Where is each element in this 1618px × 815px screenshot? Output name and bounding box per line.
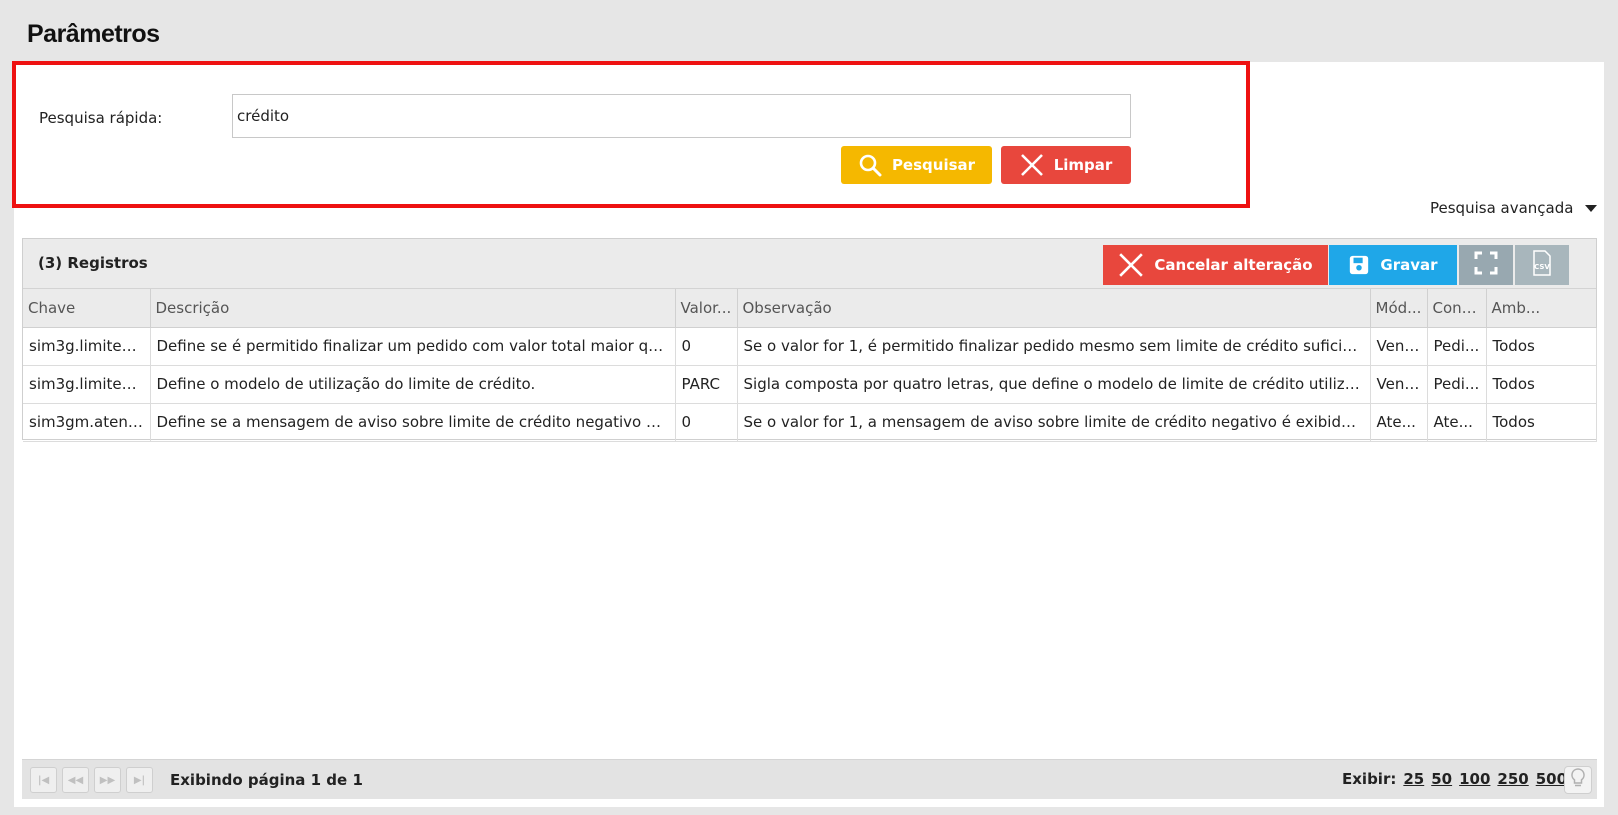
search-button-label: Pesquisar xyxy=(891,156,976,174)
table-row[interactable]: sim3g.limitecr... Define o modelo de uti… xyxy=(23,365,1597,404)
lightbulb-icon xyxy=(1570,768,1586,792)
cell-chave[interactable]: sim3g.limitecr... xyxy=(23,365,151,404)
search-icon xyxy=(858,153,882,177)
page-size-option-250[interactable]: 250 xyxy=(1497,770,1528,788)
cancel-changes-label: Cancelar alteração xyxy=(1154,256,1313,274)
clear-button[interactable]: Limpar xyxy=(1001,146,1131,184)
page-size-option-100[interactable]: 100 xyxy=(1459,770,1490,788)
first-page-button[interactable]: |◀ xyxy=(30,767,57,793)
quick-search-label: Pesquisa rápida: xyxy=(39,109,163,127)
quick-search-input[interactable] xyxy=(232,94,1131,138)
cell-valor[interactable]: 0 xyxy=(675,403,738,442)
page-size-label: Exibir: xyxy=(1342,770,1397,788)
column-header-modulo[interactable]: Mód... xyxy=(1370,289,1428,328)
page-title: Parâmetros xyxy=(27,20,160,48)
column-header-ambiente[interactable]: Amb... xyxy=(1486,289,1597,328)
cell-observacao[interactable]: Se o valor for 1, é permitido finalizar … xyxy=(737,327,1371,366)
cell-modulo[interactable]: Venda xyxy=(1370,327,1428,366)
table-row[interactable]: sim3g.limitecr... Define se é permitido … xyxy=(23,327,1597,366)
csv-icon: CSV xyxy=(1530,250,1554,280)
svg-text:CSV: CSV xyxy=(1534,263,1550,271)
previous-page-icon: ◀◀ xyxy=(67,774,84,786)
cell-descricao[interactable]: Define o modelo de utilização do limite … xyxy=(150,365,676,404)
save-button-label: Gravar xyxy=(1380,256,1438,274)
table-header-row: Chave Descrição Valor... Observação Mód.… xyxy=(23,289,1597,328)
next-page-button[interactable]: ▶▶ xyxy=(94,767,121,793)
cell-modulo[interactable]: Ate... xyxy=(1370,403,1428,442)
quick-search-box: Pesquisa rápida: Pesquisar Limpar xyxy=(12,61,1250,208)
clear-button-label: Limpar xyxy=(1053,156,1113,174)
table-row[interactable]: sim3gm.atend... Define se a mensagem de … xyxy=(23,403,1597,442)
records-table: Chave Descrição Valor... Observação Mód.… xyxy=(23,289,1597,442)
fullscreen-button[interactable] xyxy=(1459,245,1513,285)
grid-footer: |◀ ◀◀ ▶▶ ▶| Exibindo página 1 de 1 Exibi… xyxy=(22,759,1597,799)
close-icon xyxy=(1020,153,1044,177)
cell-chave[interactable]: sim3g.limitecr... xyxy=(23,327,151,366)
advanced-search-toggle[interactable]: Pesquisa avançada xyxy=(1430,199,1598,217)
pagination-info: Exibindo página 1 de 1 xyxy=(170,771,363,789)
cell-observacao[interactable]: Sigla composta por quatro letras, que de… xyxy=(737,365,1371,404)
cell-contexto[interactable]: Pedi... xyxy=(1427,365,1487,404)
export-csv-button[interactable]: CSV xyxy=(1515,245,1569,285)
page-size-option-500[interactable]: 500 xyxy=(1536,770,1567,788)
cancel-changes-button[interactable]: Cancelar alteração xyxy=(1103,245,1328,285)
last-page-button[interactable]: ▶| xyxy=(126,767,153,793)
cell-ambiente[interactable]: Todos xyxy=(1486,403,1597,442)
advanced-search-label: Pesquisa avançada xyxy=(1430,199,1574,217)
column-header-valor[interactable]: Valor... xyxy=(675,289,738,328)
column-header-contexto[interactable]: Cont... xyxy=(1427,289,1487,328)
cell-modulo[interactable]: Venda xyxy=(1370,365,1428,404)
column-header-observacao[interactable]: Observação xyxy=(737,289,1371,328)
cell-ambiente[interactable]: Todos xyxy=(1486,365,1597,404)
cell-valor[interactable]: 0 xyxy=(675,327,738,366)
column-header-descricao[interactable]: Descrição xyxy=(150,289,676,328)
records-grid: (3) Registros Cancelar alteração Gravar … xyxy=(22,238,1597,442)
page-size-option-25[interactable]: 25 xyxy=(1403,770,1424,788)
floppy-disk-icon xyxy=(1348,254,1370,276)
save-button[interactable]: Gravar xyxy=(1329,245,1457,285)
column-header-chave[interactable]: Chave xyxy=(23,289,151,328)
cell-contexto[interactable]: Ate... xyxy=(1427,403,1487,442)
cell-valor[interactable]: PARC xyxy=(675,365,738,404)
expand-icon xyxy=(1474,251,1498,279)
cell-chave[interactable]: sim3gm.atend... xyxy=(23,403,151,442)
cell-descricao[interactable]: Define se a mensagem de aviso sobre limi… xyxy=(150,403,676,442)
page-size-option-50[interactable]: 50 xyxy=(1431,770,1452,788)
close-icon xyxy=(1118,252,1144,278)
records-count: (3) Registros xyxy=(38,254,148,272)
next-page-icon: ▶▶ xyxy=(99,774,116,786)
tips-button[interactable] xyxy=(1564,766,1592,794)
cell-observacao[interactable]: Se o valor for 1, a mensagem de aviso so… xyxy=(737,403,1371,442)
cell-ambiente[interactable]: Todos xyxy=(1486,327,1597,366)
first-page-icon: |◀ xyxy=(37,774,50,786)
cell-descricao[interactable]: Define se é permitido finalizar um pedid… xyxy=(150,327,676,366)
search-button[interactable]: Pesquisar xyxy=(841,146,992,184)
previous-page-button[interactable]: ◀◀ xyxy=(62,767,89,793)
page-size-selector: Exibir: 25 50 100 250 500 xyxy=(1342,770,1567,788)
cell-contexto[interactable]: Pedi... xyxy=(1427,327,1487,366)
grid-toolbar: (3) Registros Cancelar alteração Gravar … xyxy=(23,239,1596,289)
last-page-icon: ▶| xyxy=(133,774,146,786)
caret-down-icon xyxy=(1585,204,1598,212)
